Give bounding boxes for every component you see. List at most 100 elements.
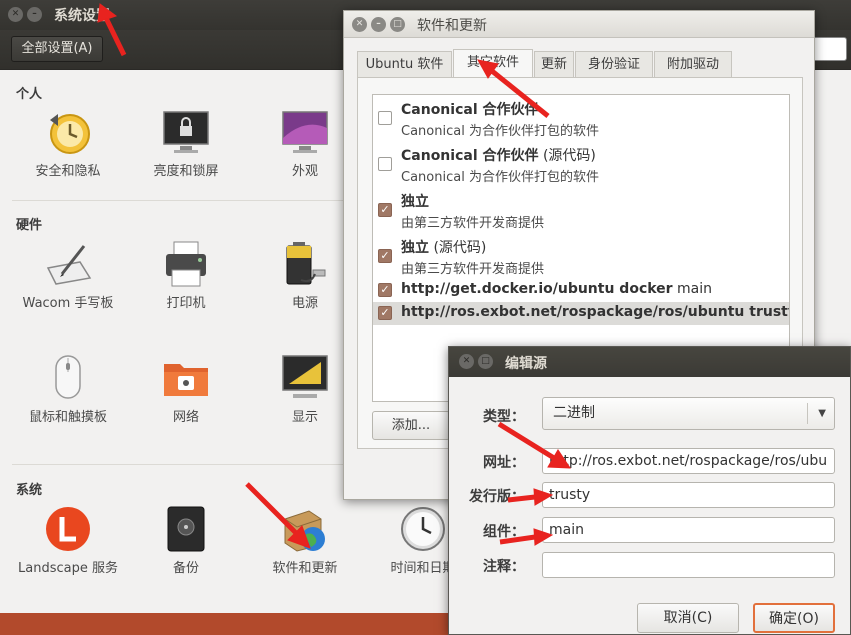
minimize-icon[interactable]: –	[371, 17, 386, 32]
uri-input[interactable]: http://ros.exbot.net/rospackage/ros/ubu	[542, 448, 835, 474]
printer-icon	[162, 240, 210, 288]
list-item[interactable]: ✓ 独立 由第三方软件开发商提供	[373, 187, 789, 233]
source-description: 由第三方软件开发商提供	[401, 216, 545, 231]
settings-item-display[interactable]: 显示	[255, 354, 355, 427]
type-select[interactable]: 二进制 ▼	[542, 397, 835, 430]
components-label: 组件：	[483, 524, 525, 540]
section-hardware: 硬件	[16, 218, 43, 233]
source-description: Canonical 为合作伙伴打包的软件	[401, 170, 599, 185]
source-name: 独立	[401, 194, 429, 210]
all-settings-button[interactable]: 全部设置(A)	[11, 36, 103, 62]
ok-button[interactable]: 确定(O)	[753, 603, 835, 633]
tab-authentication[interactable]: 身份验证	[575, 51, 653, 78]
settings-item-label: 安全和隐私	[35, 164, 101, 179]
appearance-icon	[281, 108, 329, 156]
maximize-icon[interactable]: □	[478, 354, 493, 369]
settings-item-backup[interactable]: 备份	[136, 505, 236, 578]
minimize-icon[interactable]: –	[27, 7, 42, 22]
security-privacy-icon	[44, 108, 92, 156]
source-name: http://ros.exbot.net/rospackage/ros/ubun…	[401, 304, 790, 320]
source-checkbox[interactable]	[378, 157, 392, 171]
settings-item-brightness[interactable]: 亮度和锁屏	[136, 108, 236, 181]
maximize-icon[interactable]: □	[390, 17, 405, 32]
lock-screen-icon	[162, 108, 210, 156]
settings-item-label: 鼠标和触摸板	[28, 410, 107, 425]
section-personal: 个人	[16, 87, 43, 102]
uri-label: 网址：	[483, 455, 525, 471]
settings-item-label: 亮度和锁屏	[153, 164, 219, 179]
power-battery-icon	[281, 240, 329, 288]
settings-item-power[interactable]: 电源	[255, 240, 355, 313]
settings-item-label: Landscape 服务	[18, 561, 118, 576]
cancel-button[interactable]: 取消(C)	[637, 603, 739, 633]
source-checkbox[interactable]: ✓	[378, 283, 392, 297]
edit-source-dialog: ✕ □ 编辑源 类型： 二进制 ▼ 网址： http://ros.exbot.n…	[448, 346, 851, 635]
add-source-button[interactable]: 添加...	[372, 411, 450, 440]
tab-updates[interactable]: 更新	[534, 51, 574, 78]
settings-item-mouse[interactable]: 鼠标和触摸板	[18, 354, 118, 427]
close-icon[interactable]: ✕	[8, 7, 23, 22]
chevron-down-icon: ▼	[818, 408, 826, 419]
list-item[interactable]: ✓ http://ros.exbot.net/rospackage/ros/ub…	[373, 302, 789, 325]
display-icon	[281, 354, 329, 402]
source-checkbox[interactable]: ✓	[378, 203, 392, 217]
source-description: Canonical 为合作伙伴打包的软件	[401, 124, 599, 139]
backup-safe-icon	[162, 505, 210, 553]
settings-item-label: 打印机	[166, 296, 206, 311]
source-suffix: (源代码)	[433, 240, 487, 256]
source-name: http://get.docker.io/ubuntu docker	[401, 281, 673, 297]
settings-item-software[interactable]: 软件和更新	[255, 505, 355, 578]
edit-source-titlebar: ✕ □ 编辑源	[449, 347, 850, 377]
settings-item-label: 显示	[291, 410, 318, 425]
section-divider	[12, 464, 347, 465]
settings-item-label: 备份	[172, 561, 199, 576]
settings-item-network[interactable]: 网络	[136, 354, 236, 427]
software-updates-title: 软件和更新	[417, 18, 487, 34]
source-suffix: (源代码)	[542, 148, 596, 164]
list-item[interactable]: ✓ http://get.docker.io/ubuntu docker mai…	[373, 279, 789, 302]
settings-item-appearance[interactable]: 外观	[255, 108, 355, 181]
source-checkbox[interactable]	[378, 111, 392, 125]
list-item[interactable]: ✓ 独立 (源代码) 由第三方软件开发商提供	[373, 233, 789, 279]
settings-window-title: 系统设置	[54, 8, 110, 24]
source-checkbox[interactable]: ✓	[378, 249, 392, 263]
type-select-value: 二进制	[553, 405, 595, 421]
close-icon[interactable]: ✕	[352, 17, 367, 32]
comment-label: 注释：	[483, 559, 525, 575]
comment-input[interactable]	[542, 552, 835, 578]
software-updates-titlebar: ✕ – □ 软件和更新	[344, 11, 814, 38]
section-divider	[12, 200, 347, 201]
settings-item-wacom[interactable]: Wacom 手写板	[18, 240, 118, 313]
tab-additional-drivers[interactable]: 附加驱动	[654, 51, 732, 78]
close-icon[interactable]: ✕	[459, 354, 474, 369]
settings-item-label: 电源	[291, 296, 318, 311]
wacom-tablet-icon	[44, 240, 92, 288]
tab-ubuntu-software[interactable]: Ubuntu 软件	[357, 51, 452, 78]
source-checkbox[interactable]: ✓	[378, 306, 392, 320]
network-folder-icon	[162, 354, 210, 402]
distribution-input[interactable]: trusty	[542, 482, 835, 508]
select-separator	[807, 403, 808, 424]
list-item[interactable]: Canonical 合作伙伴 Canonical 为合作伙伴打包的软件	[373, 95, 789, 141]
settings-item-printer[interactable]: 打印机	[136, 240, 236, 313]
settings-item-label: 软件和更新	[272, 561, 338, 576]
landscape-logo-icon	[44, 505, 92, 553]
type-label: 类型：	[483, 409, 525, 425]
distribution-label: 发行版：	[469, 489, 525, 505]
mouse-icon	[44, 354, 92, 402]
tab-other-software[interactable]: 其它软件	[453, 49, 533, 78]
settings-item-landscape[interactable]: Landscape 服务	[18, 505, 118, 578]
list-item[interactable]: Canonical 合作伙伴 (源代码) Canonical 为合作伙伴打包的软…	[373, 141, 789, 187]
search-input[interactable]	[812, 37, 847, 61]
source-suffix: main	[677, 281, 713, 297]
source-description: 由第三方软件开发商提供	[401, 262, 545, 277]
settings-item-label: Wacom 手写板	[22, 296, 114, 311]
section-system: 系统	[16, 483, 43, 498]
edit-source-title: 编辑源	[505, 356, 547, 372]
software-updates-icon	[281, 505, 329, 553]
components-input[interactable]: main	[542, 517, 835, 543]
settings-item-label: 网络	[172, 410, 199, 425]
settings-item-security[interactable]: 安全和隐私	[18, 108, 118, 181]
settings-item-label: 外观	[291, 164, 318, 179]
source-name: 独立	[401, 240, 429, 256]
